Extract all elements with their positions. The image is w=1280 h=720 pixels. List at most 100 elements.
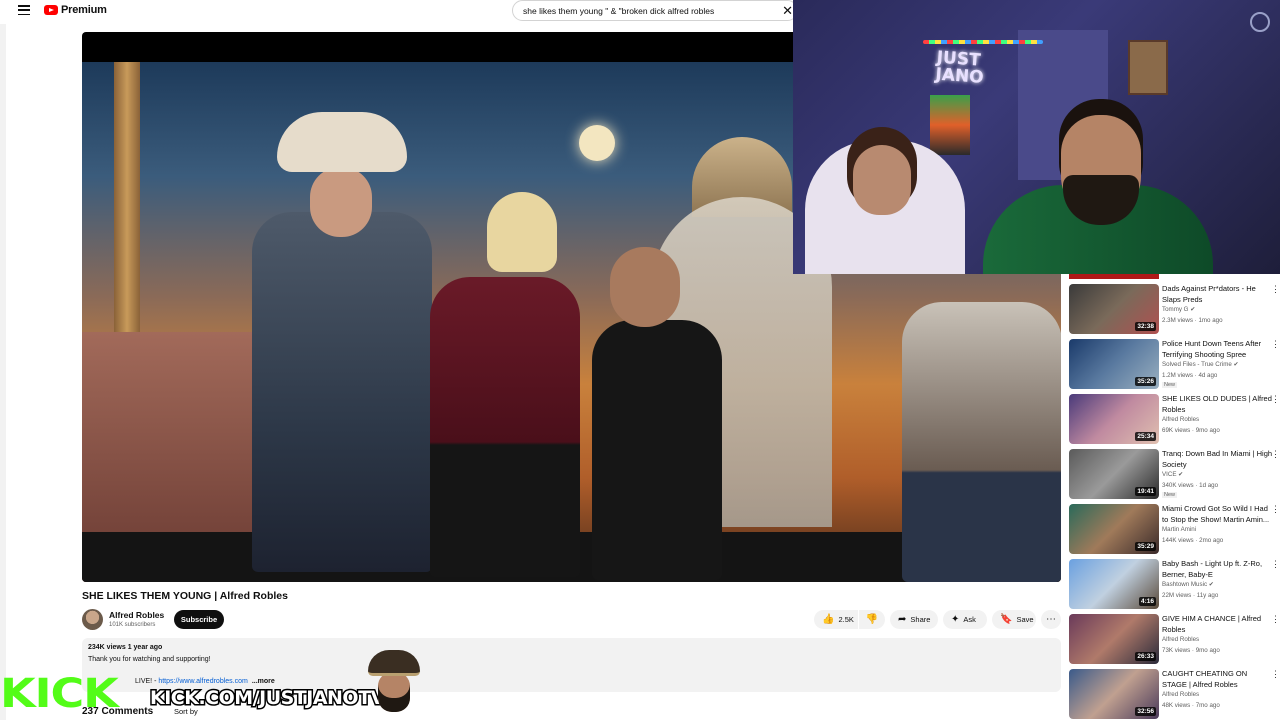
clear-search-icon[interactable]: ✕ xyxy=(782,3,793,19)
recommendation-title[interactable]: GIVE HIM A CHANCE | Alfred Robles xyxy=(1162,614,1274,635)
verified-check-icon: ✔ xyxy=(1231,361,1239,368)
recommendation-title[interactable]: Baby Bash - Light Up ft. Z-Ro, Berner, B… xyxy=(1162,559,1274,580)
save-button[interactable]: 🔖 Save xyxy=(992,610,1036,629)
youtube-logo[interactable]: Premium xyxy=(44,4,107,16)
performer-woman xyxy=(430,277,580,577)
more-options-icon[interactable]: ⋮ xyxy=(1271,284,1280,295)
channel-label: VICE xyxy=(1162,471,1177,478)
duration-badge: 35:29 xyxy=(1135,542,1156,551)
recommendation-channel[interactable]: VICE ✔ xyxy=(1162,471,1183,478)
share-icon: ➦ xyxy=(898,613,907,625)
avatar-face xyxy=(378,672,410,712)
channel-avatar[interactable] xyxy=(82,609,103,630)
more-options-icon[interactable]: ⋮ xyxy=(1271,614,1280,625)
more-options-icon[interactable]: ⋮ xyxy=(1271,669,1280,680)
verified-check-icon: ✔ xyxy=(1207,581,1214,588)
backdrop-moon xyxy=(579,125,615,161)
share-button[interactable]: ➦ Share xyxy=(890,610,938,629)
duration-badge: 25:34 xyxy=(1135,432,1156,441)
logo-text: Premium xyxy=(61,4,107,16)
recommendation-channel[interactable]: Bashtown Music ✔ xyxy=(1162,581,1214,588)
channel-label: Solved Files - True Crime xyxy=(1162,361,1232,368)
more-options-icon[interactable]: ⋮ xyxy=(1271,394,1280,405)
recommendation-title[interactable]: Police Hunt Down Teens After Terrifying … xyxy=(1162,339,1274,360)
more-options-icon[interactable]: ⋮ xyxy=(1271,559,1280,570)
recommendation-thumbnail[interactable]: 35:26 xyxy=(1069,339,1159,389)
subscribe-button[interactable]: Subscribe xyxy=(174,610,224,629)
performer-boy xyxy=(592,320,722,580)
ask-label: Ask xyxy=(963,615,976,624)
cowboy-hat xyxy=(277,112,407,172)
duration-badge: 32:38 xyxy=(1135,322,1156,331)
recommendation-item[interactable]: 35:29 Miami Crowd Got So Wild I Had to St… xyxy=(1069,504,1280,556)
recommendation-title[interactable]: Tranq: Down Bad In Miami | High Society xyxy=(1162,449,1274,470)
ask-button[interactable]: ✦ Ask xyxy=(943,610,987,629)
recommendation-channel[interactable]: Solved Files - True Crime ✔ xyxy=(1162,361,1239,368)
recommendation-channel[interactable]: Tommy G ✔ xyxy=(1162,306,1195,313)
performer-cowboy-face xyxy=(310,167,372,237)
youtube-play-icon xyxy=(44,5,58,15)
recommendation-title[interactable]: CAUGHT CHEATING ON STAGE | Alfred Robles xyxy=(1162,669,1274,690)
wall-frame xyxy=(1128,40,1168,95)
recommendation-channel[interactable]: Alfred Robles xyxy=(1162,416,1199,423)
menu-icon[interactable] xyxy=(18,5,30,15)
duration-badge: 35:26 xyxy=(1135,377,1156,386)
more-options-icon[interactable]: ⋮ xyxy=(1271,449,1280,460)
recommendation-item[interactable]: 19:41 Tranq: Down Bad In Miami | High Soc… xyxy=(1069,449,1280,501)
like-count: 2.5K xyxy=(838,615,854,624)
recommendation-thumbnail[interactable]: 35:29 xyxy=(1069,504,1159,554)
recommendation-channel[interactable]: Alfred Robles xyxy=(1162,691,1199,698)
duration-badge: 4:16 xyxy=(1138,597,1156,606)
performer-cowboy xyxy=(252,212,432,572)
description-text: Thank you for watching and supporting! xyxy=(88,656,211,663)
streamer-avatar xyxy=(364,650,422,718)
recommendation-stats: 2.3M views · 1mo ago xyxy=(1162,317,1223,324)
thumbs-down-icon: 👎 xyxy=(865,613,879,625)
recommendation-title[interactable]: SHE LIKES OLD DUDES | Alfred Robles xyxy=(1162,394,1274,415)
search-input[interactable]: she likes them young " & "broken dick al… xyxy=(523,6,714,16)
recommendation-stats: 48K views · 7mo ago xyxy=(1162,702,1220,709)
bookmark-icon: 🔖 xyxy=(1000,613,1013,625)
recommendation-item[interactable]: 35:26 Police Hunt Down Teens After Terrif… xyxy=(1069,339,1280,391)
kick-url: KICK.COM/JUSTJANOTV xyxy=(149,686,387,711)
recommendation-item[interactable]: 4:16 Baby Bash - Light Up ft. Z-Ro, Berne… xyxy=(1069,559,1280,611)
avatar-hat xyxy=(368,650,420,676)
new-badge: New xyxy=(1162,382,1178,388)
webcam-overlay: JUST JANO xyxy=(793,0,1280,274)
recommendation-thumbnail[interactable]: 26:33 xyxy=(1069,614,1159,664)
recommendation-stats: 340K views · 1d ago xyxy=(1162,482,1219,489)
recommendation-thumbnail[interactable]: 25:34 xyxy=(1069,394,1159,444)
thumbs-up-icon: 👍 xyxy=(822,613,835,625)
search-box[interactable]: she likes them young " & "broken dick al… xyxy=(512,0,798,21)
performer-woman-hair xyxy=(487,192,557,272)
wall-poster xyxy=(930,95,970,155)
like-button[interactable]: 👍 2.5K xyxy=(814,610,858,629)
channel-name[interactable]: Alfred Robles xyxy=(109,610,164,620)
recommendation-thumbnail[interactable]: 4:16 xyxy=(1069,559,1159,609)
recommendation-thumbnail[interactable]: 32:38 xyxy=(1069,284,1159,334)
recommendation-stats: 22M views · 11y ago xyxy=(1162,592,1219,599)
recommendation-channel[interactable]: Martin Amini xyxy=(1162,526,1196,533)
recommendation-stats: 144K views · 2mo ago xyxy=(1162,537,1224,544)
recommendation-item[interactable]: 32:38 Dads Against Pr*dators - He Slaps P… xyxy=(1069,284,1280,336)
kick-logo-text: KICK xyxy=(0,671,119,717)
view-count-date: 234K views 1 year ago xyxy=(88,644,163,651)
channel-label: Alfred Robles xyxy=(1162,691,1200,698)
recommendation-thumbnail[interactable]: 19:41 xyxy=(1069,449,1159,499)
recommendation-channel[interactable]: Alfred Robles xyxy=(1162,636,1199,643)
more-options-icon[interactable]: ⋮ xyxy=(1271,339,1280,350)
save-label: Save xyxy=(1016,615,1034,624)
recommendation-title[interactable]: Miami Crowd Got So Wild I Had to Stop th… xyxy=(1162,504,1274,525)
recommendation-thumbnail[interactable]: 32:56 xyxy=(1069,669,1159,719)
recommendation-item[interactable]: 26:33 GIVE HIM A CHANCE | Alfred Robles Al… xyxy=(1069,614,1280,666)
more-actions-button[interactable]: ⋯ xyxy=(1041,610,1061,629)
performer-right xyxy=(902,302,1061,582)
recommendation-item[interactable]: 32:56 CAUGHT CHEATING ON STAGE | Alfred R… xyxy=(1069,669,1280,720)
more-options-icon[interactable]: ⋮ xyxy=(1271,504,1280,515)
stream-logo-icon xyxy=(1250,12,1270,32)
previous-thumbnail-edge xyxy=(1069,274,1159,279)
video-title: SHE LIKES THEM YOUNG | Alfred Robles xyxy=(82,590,288,602)
recommendation-item[interactable]: 25:34 SHE LIKES OLD DUDES | Alfred Robles… xyxy=(1069,394,1280,446)
recommendation-title[interactable]: Dads Against Pr*dators - He Slaps Preds xyxy=(1162,284,1274,305)
dislike-button[interactable]: 👎 xyxy=(859,610,885,629)
